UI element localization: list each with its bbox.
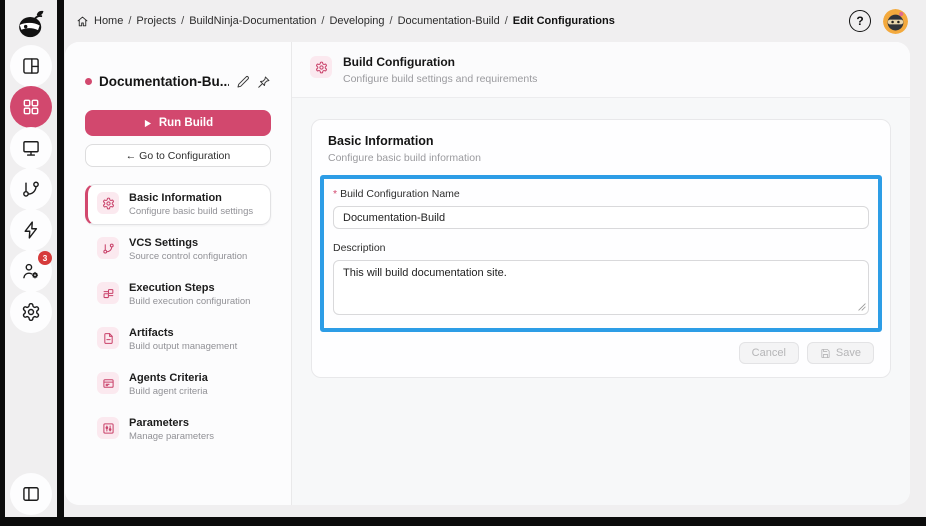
menu-item-sublabel: Source control configuration [129, 251, 248, 262]
app-shell: Home / Projects / BuildNinja-Documentati… [64, 0, 926, 517]
notification-badge: 3 [38, 251, 52, 265]
menu-item-basic-information[interactable]: Basic Information Configure basic build … [85, 184, 271, 225]
card-subtitle: Configure basic build information [328, 152, 481, 164]
breadcrumb-separator: / [389, 15, 393, 27]
resize-handle-icon[interactable] [858, 303, 866, 311]
basic-information-card: Basic Information Configure basic build … [311, 119, 891, 378]
breadcrumb-project[interactable]: BuildNinja-Documentation [189, 15, 316, 27]
user-gear-icon [21, 261, 41, 281]
goto-configuration-label: ← Go to Configuration [125, 149, 231, 162]
highlight-box: *Build Configuration Name Description Th… [320, 175, 882, 332]
menu-item-sublabel: Build agent criteria [129, 386, 208, 397]
panel-left-icon [21, 484, 41, 504]
build-title-row: Documentation-Bu... [85, 74, 271, 89]
breadcrumb-separator: / [321, 15, 325, 27]
git-branch-icon [21, 179, 41, 199]
breadcrumb-home[interactable]: Home [94, 15, 123, 27]
rail-dashboard-button[interactable] [10, 45, 52, 87]
description-field-label: Description [333, 242, 386, 254]
form-actions: Cancel Save [328, 342, 874, 364]
menu-item-label: VCS Settings [129, 237, 199, 249]
gear-icon [21, 302, 41, 322]
git-branch-icon [97, 237, 119, 259]
lightning-icon [21, 220, 41, 240]
page-header: Build Configuration Configure build sett… [292, 42, 910, 98]
help-button[interactable]: ? [849, 10, 871, 32]
projects-grid-icon [21, 97, 41, 117]
icon-rail: 3 [5, 0, 57, 517]
run-build-button[interactable]: Run Build [85, 110, 271, 136]
name-field-label: * Build Configuration Name [333, 188, 460, 200]
rail-vcs-button[interactable] [10, 168, 52, 210]
agent-card-icon [97, 372, 119, 394]
rail-agents-button[interactable] [10, 127, 52, 169]
breadcrumb-separator: / [181, 15, 185, 27]
save-floppy-icon [820, 348, 831, 359]
question-mark-icon: ? [856, 14, 864, 28]
settings-menu: Basic Information Configure basic build … [85, 184, 271, 450]
avatar-ninja-icon [883, 8, 908, 34]
required-marker: * [333, 188, 338, 200]
cancel-label: Cancel [751, 347, 786, 359]
menu-item-vcs-settings[interactable]: VCS Settings Source control configuratio… [85, 229, 271, 270]
menu-item-sublabel: Configure basic build settings [129, 206, 254, 217]
rail-activity-button[interactable] [10, 209, 52, 251]
status-dot [85, 78, 92, 85]
steps-icon [97, 282, 119, 304]
edit-pencil-icon[interactable] [236, 75, 250, 89]
sliders-icon [97, 417, 119, 439]
breadcrumb: Home / Projects / BuildNinja-Documentati… [76, 15, 615, 28]
pin-icon[interactable] [257, 75, 271, 89]
dashboard-icon [21, 56, 41, 76]
menu-item-parameters[interactable]: Parameters Manage parameters [85, 409, 271, 450]
user-avatar[interactable] [883, 8, 908, 34]
monitor-icon [21, 138, 41, 158]
breadcrumb-current: Edit Configurations [512, 15, 615, 27]
top-bar: Home / Projects / BuildNinja-Documentati… [64, 0, 926, 42]
cancel-button[interactable]: Cancel [738, 342, 799, 364]
card-title: Basic Information [328, 134, 434, 148]
menu-item-artifacts[interactable]: Artifacts Build output management [85, 319, 271, 360]
breadcrumb-subproject[interactable]: Developing [329, 15, 384, 27]
app-logo[interactable] [11, 5, 51, 45]
menu-item-agents-criteria[interactable]: Agents Criteria Build agent criteria [85, 364, 271, 405]
rail-settings-button[interactable] [10, 291, 52, 333]
breadcrumb-separator: / [504, 15, 508, 27]
rail-projects-button[interactable] [10, 86, 52, 128]
rail-collapse-button[interactable] [10, 473, 52, 515]
menu-item-label: Agents Criteria [129, 372, 208, 384]
menu-item-label: Parameters [129, 417, 189, 429]
main-area: Build Configuration Configure build sett… [292, 42, 910, 505]
menu-item-sublabel: Build output management [129, 341, 238, 352]
build-configuration-name-input[interactable] [333, 206, 869, 229]
save-button[interactable]: Save [806, 342, 874, 364]
description-field-wrap: This will build documentation site. [333, 260, 869, 315]
save-label: Save [835, 347, 861, 359]
menu-item-sublabel: Build execution configuration [129, 296, 251, 307]
topbar-actions: ? [849, 8, 908, 34]
home-icon [76, 15, 89, 28]
ninja-logo-icon [19, 10, 44, 38]
page-title: Build Configuration [343, 55, 455, 69]
gear-icon [310, 56, 332, 78]
menu-item-sublabel: Manage parameters [129, 431, 215, 442]
breadcrumb-separator: / [128, 15, 132, 27]
menu-item-label: Artifacts [129, 327, 174, 339]
run-build-label: Run Build [158, 117, 214, 129]
content-panel: Documentation-Bu... Run Build ← Go to Co… [65, 42, 910, 505]
description-textarea[interactable]: This will build documentation site. [333, 260, 869, 315]
rail-users-button[interactable]: 3 [10, 250, 52, 292]
gear-icon [97, 192, 119, 214]
play-icon [143, 119, 152, 128]
breadcrumb-build[interactable]: Documentation-Build [398, 15, 500, 27]
menu-item-execution-steps[interactable]: Execution Steps Build execution configur… [85, 274, 271, 315]
page-subtitle: Configure build settings and requirement… [343, 73, 538, 85]
file-icon [97, 327, 119, 349]
build-sidebar: Documentation-Bu... Run Build ← Go to Co… [65, 42, 292, 505]
breadcrumb-projects[interactable]: Projects [136, 15, 176, 27]
build-title: Documentation-Bu... [99, 74, 229, 89]
goto-configuration-button[interactable]: ← Go to Configuration [85, 144, 271, 167]
menu-item-label: Execution Steps [129, 282, 215, 294]
menu-item-label: Basic Information [129, 192, 222, 204]
